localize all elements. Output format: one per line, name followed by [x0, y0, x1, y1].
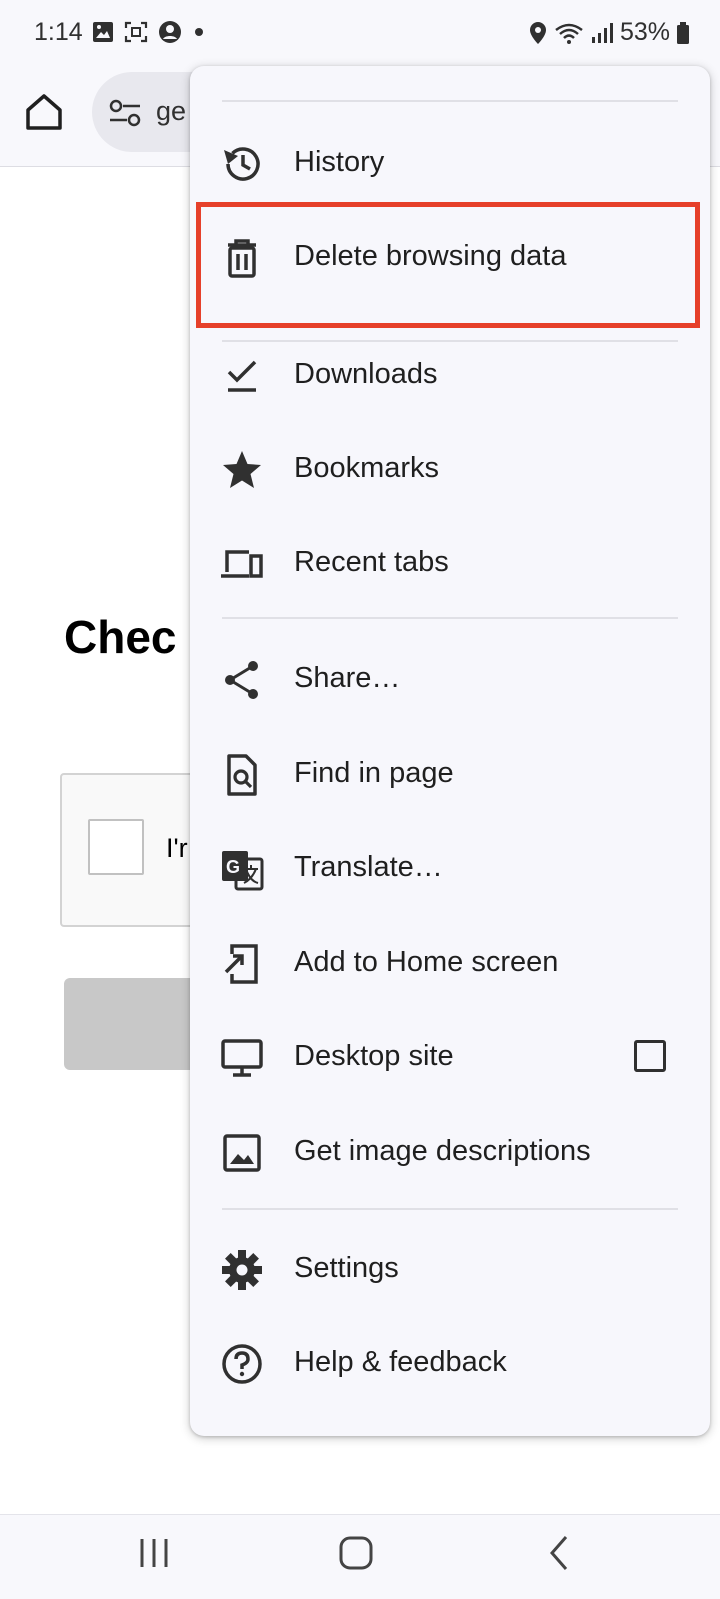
share-icon: [225, 661, 258, 699]
menu-divider: [222, 1208, 678, 1210]
home-button[interactable]: [22, 90, 72, 140]
menu-divider: [222, 100, 678, 102]
menu-item-desktop-site[interactable]: Desktop site: [190, 1010, 710, 1106]
gear-icon: [222, 1250, 262, 1290]
battery-percent: 53%: [619, 18, 670, 46]
add-to-home-icon: [224, 944, 258, 984]
menu-item-delete-browsing-data[interactable]: Delete browsing data: [190, 210, 710, 306]
overflow-menu: History Delete browsing data Downloads B…: [190, 66, 710, 1436]
battery-icon: [677, 21, 689, 44]
recents-button[interactable]: [134, 1533, 182, 1581]
menu-item-label: Share…: [294, 662, 401, 694]
menu-item-settings[interactable]: Settings: [190, 1222, 710, 1318]
menu-item-get-image-descriptions[interactable]: Get image descriptions: [190, 1105, 710, 1201]
home-icon: [26, 94, 62, 130]
captcha-label: I'r: [166, 833, 188, 863]
menu-item-label: Find in page: [294, 757, 454, 789]
dot-icon: [195, 28, 203, 36]
status-time: 1:14: [34, 18, 83, 46]
menu-item-downloads[interactable]: Downloads: [190, 328, 710, 424]
menu-item-bookmarks[interactable]: Bookmarks: [190, 422, 710, 518]
status-bar: 1:14 53%: [0, 0, 720, 68]
menu-item-add-to-home-screen[interactable]: Add to Home screen: [190, 916, 710, 1012]
menu-divider: [222, 617, 678, 619]
menu-item-label: Get image descriptions: [294, 1135, 591, 1167]
menu-item-label: Translate…: [294, 851, 443, 883]
menu-item-label: Help & feedback: [294, 1346, 507, 1378]
wifi-icon: [555, 23, 583, 44]
menu-item-history[interactable]: History: [190, 116, 710, 212]
translate-icon: G: [222, 851, 264, 891]
page-heading: Chec: [64, 611, 177, 663]
url-text: ge: [156, 96, 187, 126]
menu-item-label: Settings: [294, 1252, 399, 1284]
menu-item-share[interactable]: Share…: [190, 632, 710, 728]
menu-item-help-feedback[interactable]: Help & feedback: [190, 1316, 710, 1412]
tune-icon[interactable]: [108, 98, 142, 128]
devices-icon: [221, 550, 263, 578]
desktop-site-checkbox[interactable]: [634, 1040, 666, 1072]
help-icon: [222, 1344, 262, 1384]
star-icon: [223, 451, 261, 488]
find-in-page-icon: [227, 754, 257, 796]
menu-item-label: Delete browsing data: [294, 240, 567, 272]
back-icon: [550, 1536, 568, 1570]
signal-icon: [591, 22, 613, 43]
history-icon: [224, 147, 260, 181]
trash-icon: [228, 239, 256, 278]
menu-item-recent-tabs[interactable]: Recent tabs: [190, 516, 710, 612]
account-icon: [159, 21, 181, 43]
svg-text:G: G: [226, 857, 240, 877]
gallery-icon: [93, 22, 113, 42]
back-button[interactable]: [540, 1533, 588, 1581]
system-nav-bar: [0, 1514, 720, 1599]
menu-item-find-in-page[interactable]: Find in page: [190, 727, 710, 823]
recents-icon: [140, 1539, 168, 1567]
download-done-icon: [227, 360, 257, 392]
menu-item-label: History: [294, 146, 385, 178]
image-icon: [223, 1134, 261, 1172]
location-icon: [529, 21, 546, 44]
desktop-icon: [221, 1039, 263, 1077]
captcha-checkbox[interactable]: [88, 819, 144, 875]
menu-item-label: Add to Home screen: [294, 946, 559, 978]
home-nav-icon: [339, 1536, 373, 1570]
menu-item-label: Desktop site: [294, 1040, 454, 1072]
home-nav-button[interactable]: [336, 1533, 384, 1581]
menu-item-label: Recent tabs: [294, 546, 449, 578]
menu-item-label: Downloads: [294, 358, 438, 390]
menu-item-label: Bookmarks: [294, 452, 440, 484]
menu-item-translate[interactable]: G Translate…: [190, 821, 710, 917]
screenshot-icon: [124, 21, 148, 43]
